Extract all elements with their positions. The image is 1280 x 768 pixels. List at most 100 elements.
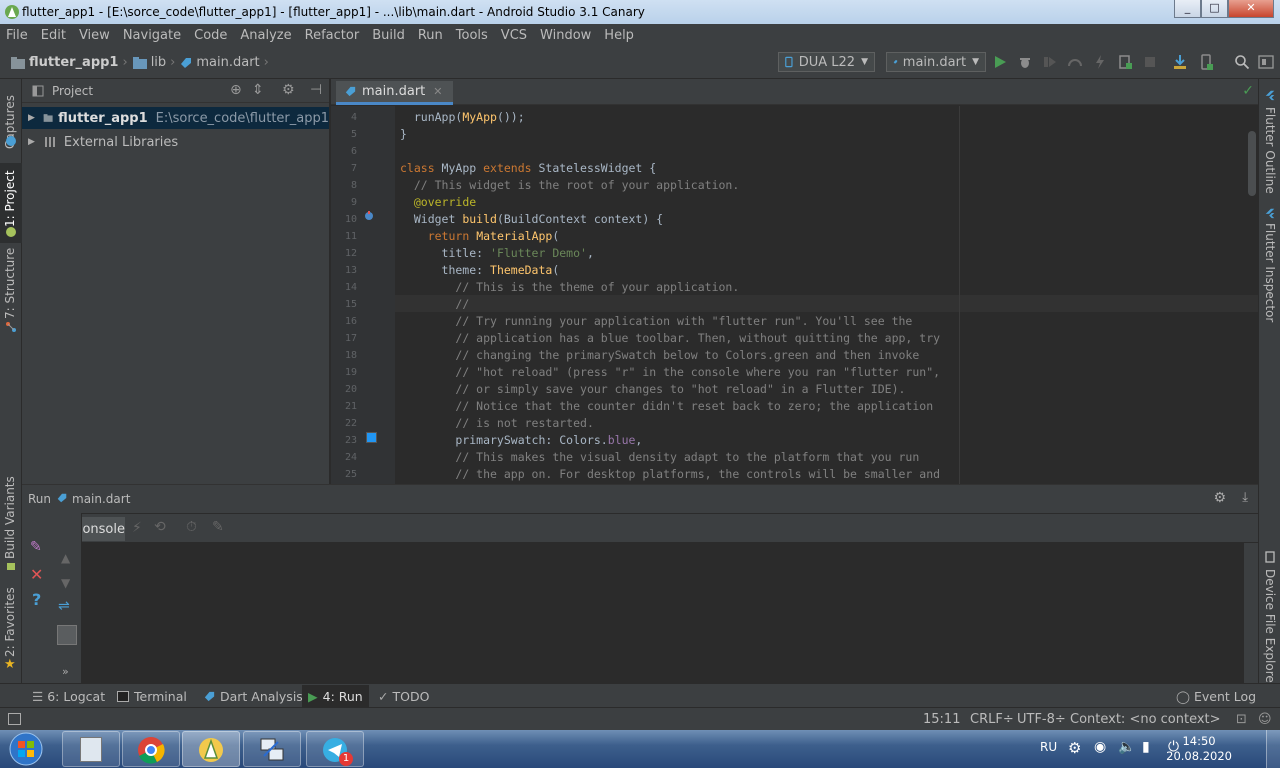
maximize-button[interactable]: □ xyxy=(1201,0,1228,18)
device-file-explorer-tab[interactable]: Device File Explorer xyxy=(1263,569,1277,688)
console-output[interactable] xyxy=(83,543,1258,684)
taskbar-chrome[interactable] xyxy=(122,731,180,767)
color-swatch-icon[interactable] xyxy=(366,432,377,443)
menu-file[interactable]: File xyxy=(6,28,28,43)
context-indicator[interactable]: Context: <no context> xyxy=(1070,712,1221,727)
tree-item-libraries-name: External Libraries xyxy=(63,134,179,150)
menu-window[interactable]: Window xyxy=(540,28,591,43)
breadcrumb-lib[interactable]: lib xyxy=(151,55,166,70)
help-icon[interactable]: ? xyxy=(32,590,41,609)
taskbar-android-studio[interactable] xyxy=(182,731,240,767)
menu-build[interactable]: Build xyxy=(372,28,405,43)
debug-icon[interactable] xyxy=(1017,54,1033,70)
taskbar-calculator[interactable] xyxy=(62,731,120,767)
show-desktop-button[interactable] xyxy=(1266,730,1280,768)
editor-tab-main-dart[interactable]: main.dart ✕ xyxy=(336,81,453,105)
network-status-icon[interactable]: ▮ xyxy=(1142,739,1150,755)
menu-vcs[interactable]: VCS xyxy=(501,28,527,43)
line-number: 16 xyxy=(344,316,357,327)
override-marker-icon[interactable] xyxy=(364,211,374,221)
start-button-icon[interactable] xyxy=(6,731,46,767)
minimize-panel-icon[interactable]: ⤓ xyxy=(1242,490,1248,505)
tab-dart-analysis[interactable]: Dart Analysis xyxy=(203,689,303,704)
tab-todo-label: TODO xyxy=(392,689,430,704)
search-icon[interactable] xyxy=(1234,54,1250,70)
menu-run[interactable]: Run xyxy=(418,28,443,43)
gear-icon[interactable]: ⚙ xyxy=(282,82,295,98)
lock-icon[interactable]: ⊡ xyxy=(1236,712,1247,727)
menu-refactor[interactable]: Refactor xyxy=(305,28,360,43)
more-icon[interactable]: » xyxy=(62,665,69,678)
avd-manager-icon[interactable] xyxy=(1198,54,1214,70)
expand-arrow-icon[interactable]: ▶ xyxy=(28,137,35,147)
tab-run[interactable]: ▶ 4: Run xyxy=(302,685,369,707)
console-scrollbar[interactable] xyxy=(1244,543,1258,684)
menu-edit[interactable]: Edit xyxy=(41,28,66,43)
tab-logcat[interactable]: ☰ 6: Logcat xyxy=(32,689,105,704)
menu-tools[interactable]: Tools xyxy=(456,28,488,43)
run-config-selector[interactable]: main.dart ▼ xyxy=(886,52,986,72)
restart-icon[interactable]: ⟲ xyxy=(154,519,166,535)
scroll-to-end-icon[interactable] xyxy=(57,625,77,645)
close-icon[interactable]: ✕ xyxy=(30,565,43,584)
debug-paint-icon[interactable]: ✎ xyxy=(212,519,224,535)
stop-icon[interactable] xyxy=(1142,54,1158,70)
flutter-inspector-tab[interactable]: Flutter Inspector xyxy=(1263,223,1277,322)
minimize-button[interactable]: _ xyxy=(1174,0,1201,18)
tab-event-log[interactable]: ◯ Event Log xyxy=(1176,689,1256,704)
device-selector[interactable]: DUA L22 ▼ xyxy=(778,52,875,72)
project-view-selector[interactable]: Project xyxy=(52,84,93,98)
menu-help[interactable]: Help xyxy=(604,28,634,43)
project-tab[interactable]: 1: Project xyxy=(3,170,17,227)
file-encoding[interactable]: UTF-8÷ xyxy=(1017,712,1066,727)
close-button[interactable]: ✕ xyxy=(1228,0,1274,18)
tree-item-project[interactable]: ▶ flutter_app1 E:\sorce_code\flutter_app… xyxy=(22,107,329,129)
code-area[interactable]: runApp(MyApp());} class MyApp extends Sta… xyxy=(395,106,1258,484)
up-arrow-icon[interactable]: ▲ xyxy=(61,551,70,565)
caret-position[interactable]: 15:11 xyxy=(923,712,960,727)
inspector-icon[interactable]: ☺ xyxy=(1258,712,1272,727)
volume-icon[interactable]: 🔈 xyxy=(1118,739,1135,755)
breadcrumb-file[interactable]: main.dart xyxy=(196,55,259,70)
tab-todo[interactable]: ✓ TODO xyxy=(378,689,429,704)
keyboard-language[interactable]: RU xyxy=(1040,740,1057,754)
code-line: theme: ThemeData( xyxy=(400,263,560,277)
profile-icon[interactable] xyxy=(1067,54,1083,70)
system-clock[interactable]: 14:50 20.08.2020 xyxy=(1166,734,1232,764)
menu-code[interactable]: Code xyxy=(194,28,227,43)
flutter-outline-tab[interactable]: Flutter Outline xyxy=(1263,107,1277,194)
steam-icon[interactable]: ⚙ xyxy=(1068,739,1081,757)
scroll-from-source-icon[interactable]: ⊕ xyxy=(230,82,242,98)
run-icon[interactable] xyxy=(992,54,1008,70)
close-tab-icon[interactable]: ✕ xyxy=(433,85,442,98)
menu-analyze[interactable]: Analyze xyxy=(240,28,291,43)
antivirus-icon[interactable]: ◉ xyxy=(1094,739,1106,755)
tree-item-external-libraries[interactable]: ▶ External Libraries xyxy=(22,131,329,153)
run-coverage-icon[interactable] xyxy=(1042,54,1058,70)
favorites-tab[interactable]: 2: Favorites xyxy=(3,587,17,657)
hot-reload-icon[interactable] xyxy=(1092,54,1108,70)
hide-panel-icon[interactable]: ⊣ xyxy=(310,82,322,98)
hot-reload-icon[interactable]: ⚡ xyxy=(132,520,142,536)
menu-view[interactable]: View xyxy=(79,28,110,43)
menu-navigate[interactable]: Navigate xyxy=(123,28,181,43)
sdk-manager-icon[interactable] xyxy=(1172,54,1188,70)
breadcrumb-project[interactable]: flutter_app1 xyxy=(29,55,118,70)
build-variants-tab[interactable]: Build Variants xyxy=(3,476,17,559)
structure-view-icon[interactable] xyxy=(1258,54,1274,70)
attach-debugger-icon[interactable]: ✎ xyxy=(30,539,42,555)
editor-scrollbar[interactable] xyxy=(1248,131,1256,196)
tab-terminal[interactable]: Terminal xyxy=(117,689,187,704)
taskbar-network-app[interactable] xyxy=(243,731,301,767)
structure-tab[interactable]: 7: Structure xyxy=(3,248,17,319)
gear-icon[interactable]: ⚙ xyxy=(1213,490,1226,506)
collapse-all-icon[interactable]: ⇕ xyxy=(252,82,264,98)
timer-icon[interactable]: ⏱ xyxy=(186,519,197,535)
apply-changes-icon[interactable] xyxy=(1117,54,1133,70)
tool-windows-toggle-icon[interactable] xyxy=(8,713,21,725)
soft-wrap-icon[interactable]: ⇌ xyxy=(58,598,70,614)
expand-arrow-icon[interactable]: ▶ xyxy=(28,113,35,123)
taskbar-telegram[interactable]: 1 xyxy=(306,731,364,767)
line-separator[interactable]: CRLF÷ xyxy=(970,712,1014,727)
down-arrow-icon[interactable]: ▼ xyxy=(61,576,70,590)
